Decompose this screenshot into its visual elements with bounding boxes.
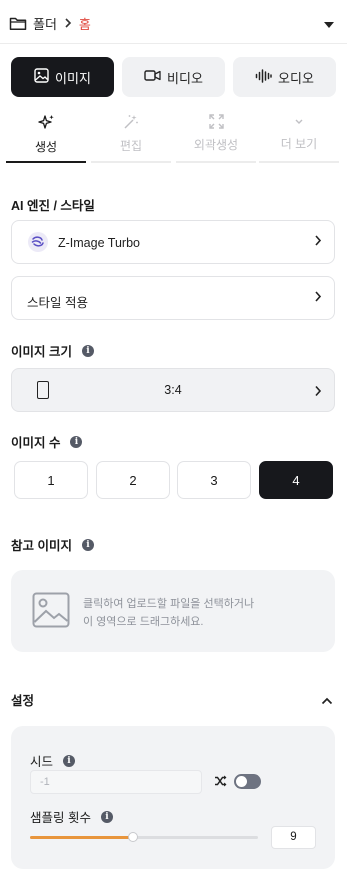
shuffle-icon[interactable] <box>214 775 227 790</box>
count-option-3[interactable]: 3 <box>177 461 251 499</box>
section-title-size: 이미지 크기 i <box>11 341 94 360</box>
reference-upload-dropzone[interactable]: 클릭하여 업로드할 파일을 선택하거나 이 영역으로 드래그하세요. <box>11 570 335 652</box>
magic-wand-icon <box>123 114 139 133</box>
tab-image-label: 이미지 <box>55 70 91 86</box>
steps-input[interactable]: 9 <box>271 826 316 849</box>
expand-icon <box>208 114 224 132</box>
chevron-up-icon[interactable] <box>321 693 333 708</box>
steps-slider[interactable] <box>30 832 258 842</box>
steps-slider-thumb[interactable] <box>127 832 138 842</box>
tab-generate[interactable]: 생성 <box>6 114 86 163</box>
upload-line-2: 이 영역으로 드래그하세요. <box>83 616 204 628</box>
count-option-2[interactable]: 2 <box>96 461 170 499</box>
section-title-settings: 설정 <box>11 690 34 709</box>
folder-icon[interactable] <box>9 16 27 31</box>
chevron-right-icon <box>314 291 322 306</box>
random-seed-toggle[interactable] <box>234 774 261 789</box>
chevron-right-icon <box>314 235 322 250</box>
sparkle-icon <box>37 114 55 134</box>
tab-video-label: 비디오 <box>167 70 203 86</box>
info-icon[interactable]: i <box>70 435 83 448</box>
breadcrumb-folder[interactable]: 폴더 <box>33 14 57 33</box>
seed-label: 시드 <box>30 755 54 769</box>
steps-row-label: 샘플링 횟수 i <box>30 807 113 826</box>
image-placeholder-icon <box>32 592 70 631</box>
model-logo-icon <box>28 232 48 252</box>
seed-row-label: 시드 i <box>30 751 76 770</box>
count-option-4[interactable]: 4 <box>259 461 333 499</box>
info-icon[interactable]: i <box>81 538 94 551</box>
tab-generate-label: 생성 <box>34 140 58 154</box>
breadcrumb: 폴더 홈 <box>9 12 91 34</box>
chevron-down-icon <box>292 114 306 131</box>
audio-wave-icon <box>255 68 272 86</box>
aspect-ratio-value: 3:4 <box>164 383 182 397</box>
model-name: Z-Image Turbo <box>58 236 140 250</box>
divider <box>0 43 347 44</box>
steps-slider-fill <box>30 836 133 839</box>
aspect-ratio-selector[interactable]: 3:4 <box>11 368 335 412</box>
info-icon[interactable]: i <box>81 344 94 357</box>
upload-line-1: 클릭하여 업로드할 파일을 선택하거나 <box>83 598 255 610</box>
image-icon <box>34 68 49 86</box>
style-label: 스타일 적용 <box>27 296 88 310</box>
section-title-engine: AI 엔진 / 스타일 <box>11 195 95 214</box>
tab-more-label: 더 보기 <box>280 137 318 151</box>
breadcrumb-current[interactable]: 홈 <box>79 14 91 33</box>
info-icon[interactable]: i <box>63 754 76 767</box>
chevron-right-icon <box>63 17 73 29</box>
section-title-count: 이미지 수 i <box>11 432 83 451</box>
engine-title: AI 엔진 / 스타일 <box>11 199 95 213</box>
count-option-1[interactable]: 1 <box>14 461 88 499</box>
style-selector[interactable]: 스타일 적용 <box>11 276 335 320</box>
tab-audio[interactable]: 오디오 <box>233 57 336 97</box>
tab-video[interactable]: 비디오 <box>122 57 225 97</box>
caret-down-icon[interactable] <box>323 17 335 32</box>
chevron-right-icon <box>314 385 322 400</box>
upload-instructions: 클릭하여 업로드할 파일을 선택하거나 이 영역으로 드래그하세요. <box>83 595 254 631</box>
tab-more[interactable]: 더 보기 <box>259 114 339 163</box>
model-selector[interactable]: Z-Image Turbo <box>11 220 335 264</box>
tab-image[interactable]: 이미지 <box>11 57 114 97</box>
tab-edit-label: 편집 <box>119 139 143 153</box>
tab-edit[interactable]: 편집 <box>91 114 171 163</box>
info-icon[interactable]: i <box>100 810 113 823</box>
size-title: 이미지 크기 <box>11 345 72 359</box>
steps-label: 샘플링 횟수 <box>30 811 91 825</box>
count-title: 이미지 수 <box>11 436 61 450</box>
tab-outpaint[interactable]: 외곽생성 <box>176 114 256 163</box>
settings-panel: 시드 i -1 샘플링 횟수 i 9 <box>11 726 335 869</box>
seed-input[interactable]: -1 <box>30 770 202 794</box>
tab-audio-label: 오디오 <box>278 70 314 86</box>
section-title-reference: 참고 이미지 i <box>11 535 94 554</box>
video-icon <box>144 69 161 85</box>
tab-outpaint-label: 외곽생성 <box>193 138 239 152</box>
reference-title: 참고 이미지 <box>11 539 72 553</box>
settings-title: 설정 <box>11 694 35 708</box>
